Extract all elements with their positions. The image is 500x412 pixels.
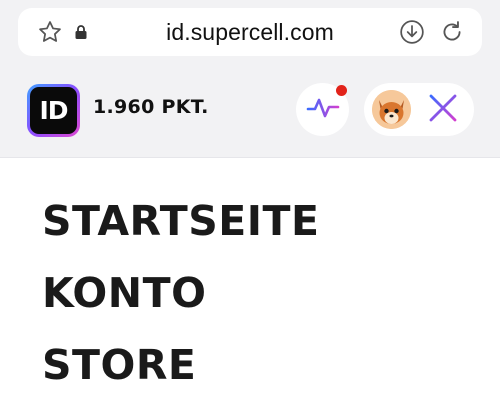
app-header: ID 1.960 PKT.: [0, 66, 500, 158]
menu-item-store[interactable]: STORE: [42, 340, 320, 412]
activity-button[interactable]: [296, 83, 349, 136]
download-icon[interactable]: [394, 8, 430, 56]
activity-icon: [306, 95, 340, 125]
browser-toolbar: id.supercell.com: [0, 0, 500, 66]
close-icon: [428, 93, 458, 127]
logo-text: ID: [30, 87, 77, 134]
address-bar[interactable]: id.supercell.com: [18, 8, 482, 56]
close-button[interactable]: [422, 89, 464, 131]
avatar[interactable]: [372, 90, 411, 129]
reload-icon[interactable]: [434, 8, 470, 56]
notification-dot: [336, 85, 347, 96]
points-balance: 1.960 PKT.: [93, 96, 209, 118]
menu-item-konto[interactable]: KONTO: [42, 268, 320, 340]
supercell-id-logo[interactable]: ID: [27, 84, 80, 137]
menu-item-startseite[interactable]: STARTSEITE: [42, 196, 320, 268]
profile-pill: [364, 83, 474, 136]
main-menu: STARTSEITE KONTO STORE: [42, 196, 320, 412]
